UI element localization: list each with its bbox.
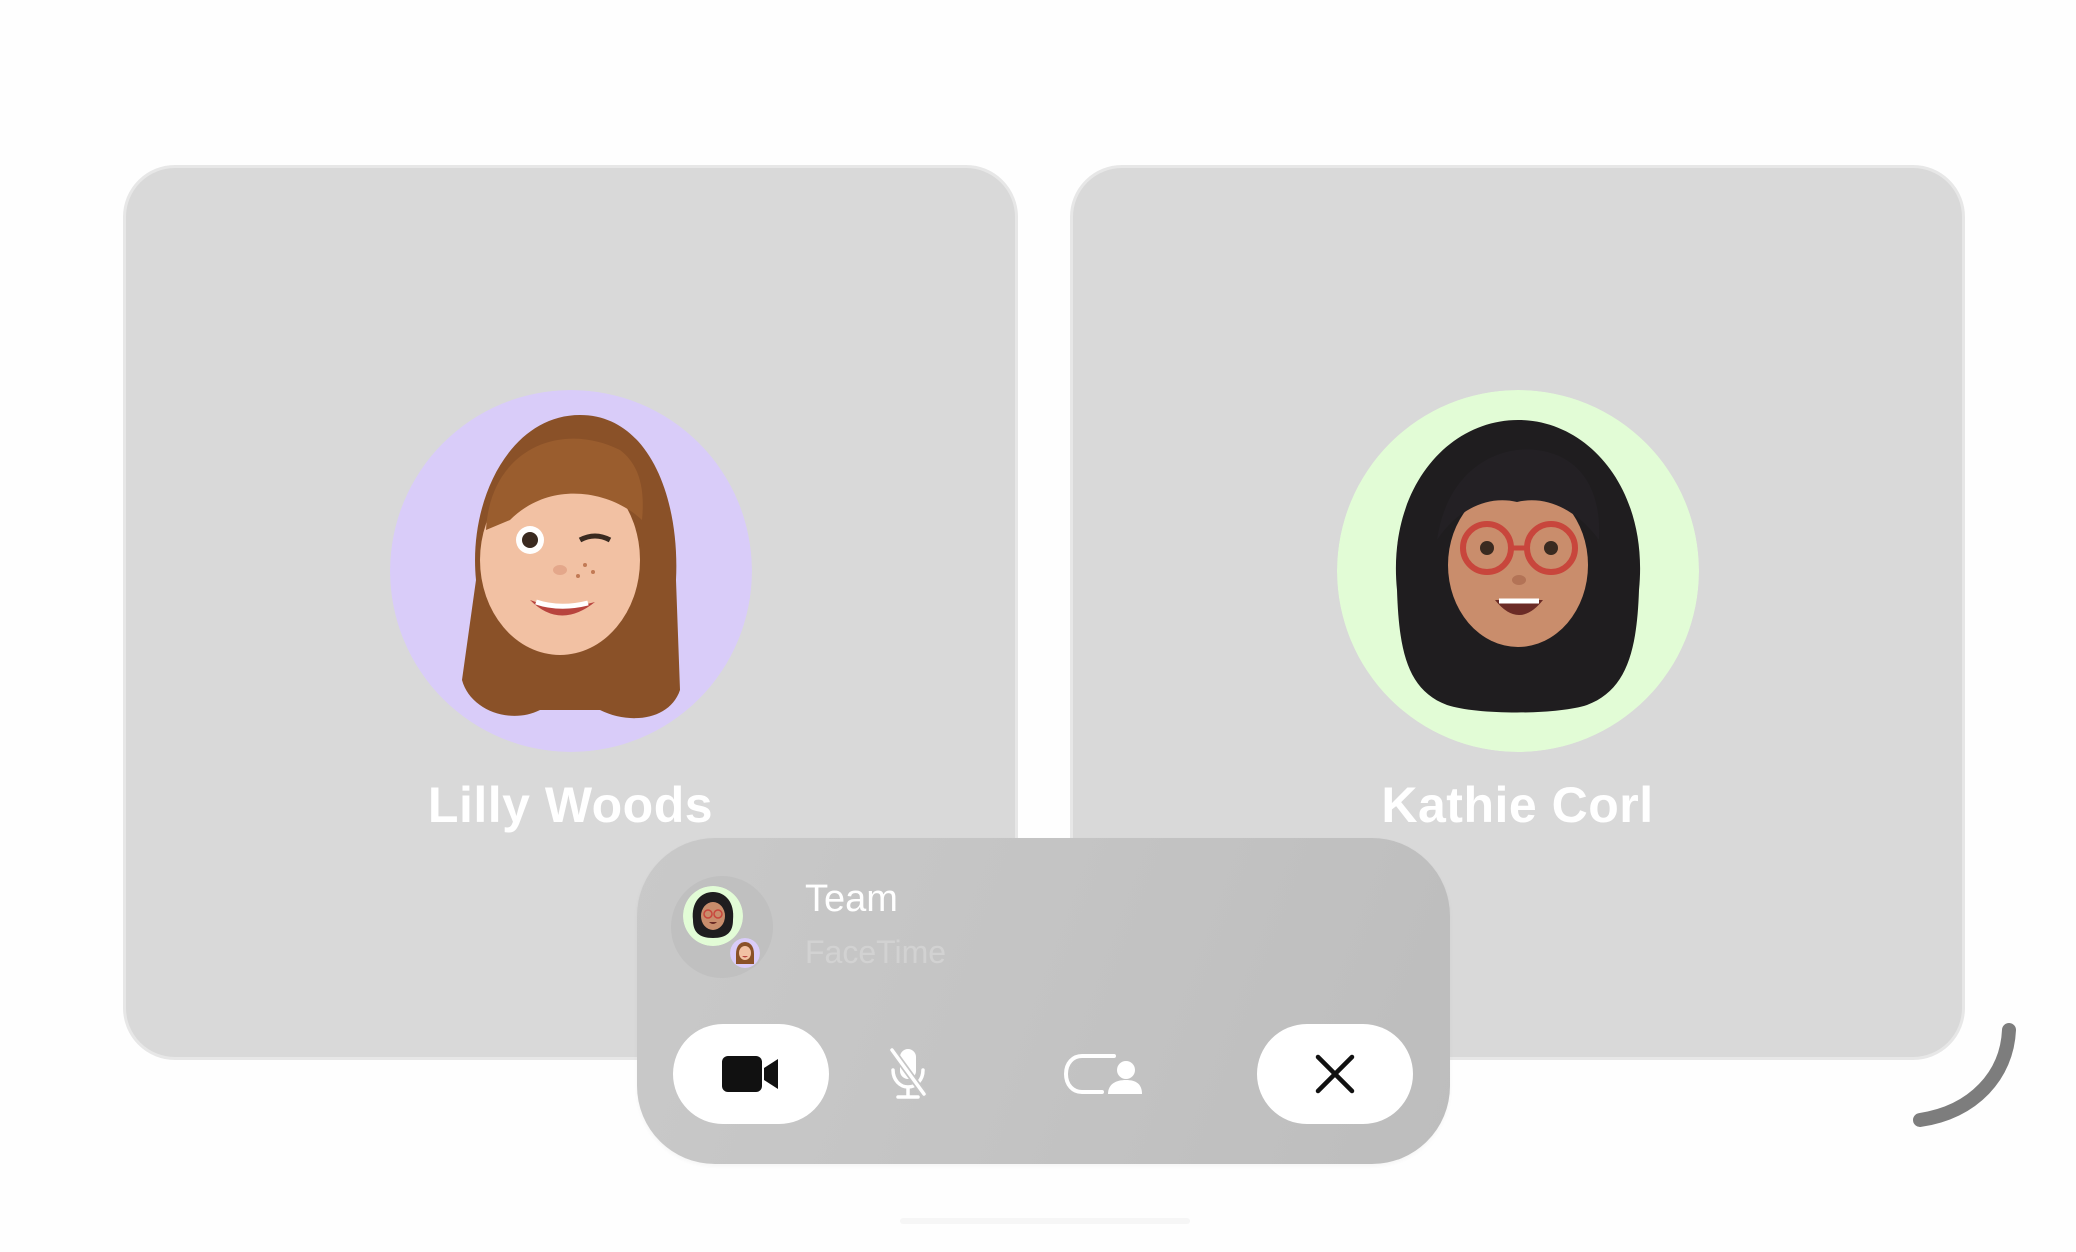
video-camera-icon <box>722 1056 778 1092</box>
end-call-button[interactable] <box>1257 1024 1413 1124</box>
participant-name: Kathie Corl <box>1381 777 1654 833</box>
memoji-glasses-avatar <box>683 886 743 946</box>
mute-button[interactable] <box>830 1024 986 1124</box>
shareplay-person-icon <box>1063 1054 1142 1094</box>
window-resize-handle[interactable] <box>1912 1020 2022 1130</box>
participant-name: Lilly Woods <box>427 777 714 833</box>
memoji-glasses-avatar <box>1336 390 1699 752</box>
shareplay-button[interactable] <box>1025 1024 1181 1124</box>
call-subtitle: FaceTime <box>805 934 947 970</box>
call-title: Team <box>805 878 898 920</box>
window-grabber-bar[interactable] <box>900 1218 1190 1224</box>
microphone-slash-icon <box>888 1046 928 1099</box>
facetime-window: Lilly Woods Kathie Corl Team FaceTime <box>0 0 2076 1252</box>
call-controls-panel: Team FaceTime <box>637 838 1450 1164</box>
group-avatar <box>671 876 773 978</box>
camera-toggle-button[interactable] <box>673 1024 829 1124</box>
avatar-image <box>389 390 752 752</box>
memoji-winking-avatar <box>728 936 762 970</box>
memoji-winking-avatar <box>389 390 752 752</box>
avatar-image <box>1336 390 1699 752</box>
close-icon <box>1315 1054 1355 1094</box>
